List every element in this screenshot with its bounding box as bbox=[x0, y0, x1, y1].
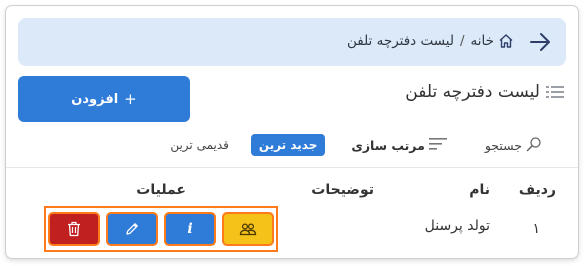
home-icon[interactable] bbox=[498, 33, 514, 49]
users-icon bbox=[239, 223, 257, 236]
breadcrumb-current: لیست دفترچه تلفن bbox=[346, 33, 454, 49]
trash-icon bbox=[68, 221, 80, 237]
info-button[interactable]: i bbox=[166, 214, 214, 244]
delete-button[interactable] bbox=[50, 214, 98, 244]
pencil-icon bbox=[126, 223, 138, 235]
header-name: نام bbox=[469, 182, 490, 198]
app-window: خانه / لیست دفترچه تلفن لیست دفترچه تلفن… bbox=[6, 6, 578, 258]
search-button[interactable]: جستجو bbox=[485, 136, 542, 155]
cell-row-index: ۱ bbox=[532, 221, 540, 237]
edit-button[interactable] bbox=[108, 214, 156, 244]
sort-oldest-button[interactable]: قدیمی ترین bbox=[170, 138, 229, 152]
cell-name: تولد پرسنل bbox=[424, 218, 490, 234]
row-actions: i bbox=[44, 206, 278, 252]
breadcrumb-separator: / bbox=[459, 33, 465, 49]
header-description: توضیحات bbox=[311, 182, 374, 198]
breadcrumb-home-link[interactable]: خانه bbox=[471, 33, 494, 49]
breadcrumb: خانه / لیست دفترچه تلفن bbox=[347, 33, 514, 49]
members-button[interactable] bbox=[224, 214, 272, 244]
add-button-label: افزودن bbox=[71, 91, 119, 107]
sort-newest-button[interactable]: جدید ترین bbox=[250, 134, 326, 156]
sort-button[interactable]: مرتب سازی bbox=[351, 137, 447, 154]
list-icon bbox=[546, 84, 564, 100]
sort-icon bbox=[428, 137, 447, 154]
arrow-right-icon[interactable] bbox=[528, 30, 552, 54]
page-header: لیست دفترچه تلفن bbox=[405, 82, 564, 102]
page-title: لیست دفترچه تلفن bbox=[405, 82, 540, 102]
search-label: جستجو bbox=[484, 137, 522, 153]
info-icon: i bbox=[187, 221, 193, 237]
table-divider bbox=[6, 167, 578, 168]
search-icon bbox=[526, 136, 542, 155]
breadcrumb-bar: خانه / لیست دفترچه تلفن bbox=[18, 18, 566, 66]
header-actions: عملیات bbox=[136, 182, 186, 198]
sort-label: مرتب سازی bbox=[351, 137, 425, 153]
header-row-index: ردیف bbox=[518, 182, 556, 198]
list-toolbar: جستجو مرتب سازی جدید ترین قدیمی ترین bbox=[170, 132, 542, 158]
add-button[interactable]: + افزودن bbox=[18, 76, 190, 122]
plus-icon: + bbox=[124, 90, 137, 108]
